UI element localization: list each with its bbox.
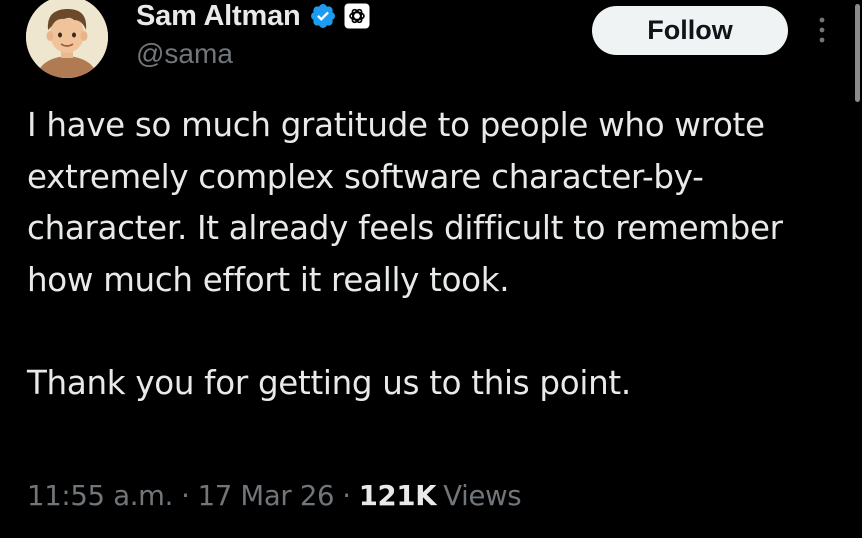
tweet-paragraph: I have so much gratitude to people who w… <box>27 106 783 299</box>
verified-badge-icon[interactable] <box>309 2 337 30</box>
tweet-text: I have so much gratitude to people who w… <box>27 100 817 409</box>
tweet-meta: 11:55 a.m. · 17 Mar 26 · 121K Views <box>27 476 522 516</box>
meta-separator: · <box>342 480 351 512</box>
avatar-portrait <box>26 0 108 78</box>
author-display-name[interactable]: Sam Altman <box>136 0 301 33</box>
follow-button[interactable]: Follow <box>592 6 788 55</box>
author-name-row: Sam Altman <box>136 0 370 34</box>
scrollbar[interactable] <box>853 0 862 538</box>
more-vertical-icon[interactable] <box>812 14 832 46</box>
tweet-paragraph: Thank you for getting us to this point. <box>27 363 631 402</box>
scrollbar-thumb[interactable] <box>855 4 860 102</box>
author-handle[interactable]: @sama <box>136 38 233 70</box>
views-count[interactable]: 121K <box>359 480 437 512</box>
openai-logo-icon[interactable] <box>344 3 370 29</box>
avatar[interactable] <box>26 0 108 78</box>
views-label[interactable]: Views <box>443 480 521 512</box>
tweet-date[interactable]: 17 Mar 26 <box>198 480 335 512</box>
tweet-time[interactable]: 11:55 a.m. <box>27 480 173 512</box>
meta-separator: · <box>181 480 190 512</box>
